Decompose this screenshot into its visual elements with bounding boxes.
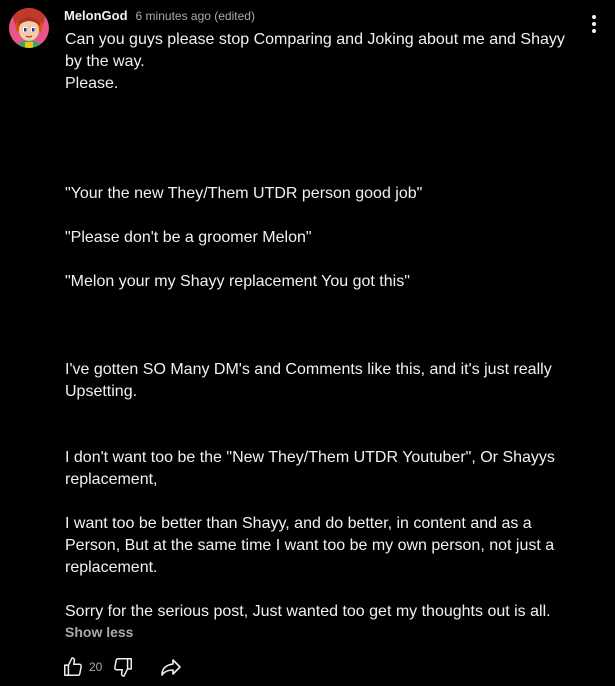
- comment-line: [65, 425, 565, 447]
- comment-line: Sorry for the serious post, Just wanted …: [65, 603, 551, 620]
- comment-timestamp[interactable]: 6 minutes ago (edited): [136, 9, 255, 23]
- comment-line: by the way.: [65, 53, 145, 70]
- comment-line: replacement,: [65, 471, 158, 488]
- comment-actions: 20: [60, 653, 184, 681]
- avatar[interactable]: [9, 8, 49, 48]
- share-button[interactable]: [158, 654, 184, 680]
- comment-line: [65, 293, 565, 315]
- share-icon: [161, 659, 182, 676]
- comment-line: [65, 161, 565, 183]
- comment-thread: MelonGod 6 minutes ago (edited) Can you …: [0, 0, 615, 686]
- comment-line: I don't want too be the "New They/Them U…: [65, 449, 555, 466]
- comment-line: [65, 491, 565, 513]
- comment-line: [65, 139, 565, 161]
- comment-line: [65, 95, 565, 117]
- show-less-button[interactable]: Show less: [65, 624, 133, 640]
- comment-line: [65, 205, 565, 227]
- comment-line: "Your the new They/Them UTDR person good…: [65, 185, 423, 202]
- comment-line: [65, 337, 565, 359]
- thumbs-up-icon: [64, 657, 82, 676]
- comment-line: Can you guys please stop Comparing and J…: [65, 31, 565, 48]
- comment-line: [65, 315, 565, 337]
- comment-line: Upsetting.: [65, 383, 138, 400]
- comment-line: Please.: [65, 75, 119, 92]
- comment-line: [65, 579, 565, 601]
- comment-line: [65, 403, 565, 425]
- more-vertical-icon[interactable]: [584, 12, 604, 36]
- comment-header: MelonGod 6 minutes ago (edited): [64, 8, 255, 24]
- comment-line: "Please don't be a groomer Melon": [65, 229, 312, 246]
- avatar-image: [9, 8, 49, 48]
- author-name[interactable]: MelonGod: [64, 8, 128, 23]
- comment-text: Can you guys please stop Comparing and J…: [65, 29, 565, 623]
- comment-line: Person, But at the same time I want too …: [65, 537, 555, 554]
- comment-line: "Melon your my Shayy replacement You got…: [65, 273, 410, 290]
- thumbs-down-icon: [114, 658, 133, 677]
- like-button[interactable]: [60, 654, 86, 680]
- comment-line: [65, 249, 565, 271]
- like-count: 20: [89, 660, 103, 674]
- dislike-button[interactable]: [110, 654, 136, 680]
- comment-line: I've gotten SO Many DM's and Comments li…: [65, 361, 552, 378]
- comment-line: replacement.: [65, 559, 158, 576]
- comment-line: [65, 117, 565, 139]
- comment-line: I want too be better than Shayy, and do …: [65, 515, 532, 532]
